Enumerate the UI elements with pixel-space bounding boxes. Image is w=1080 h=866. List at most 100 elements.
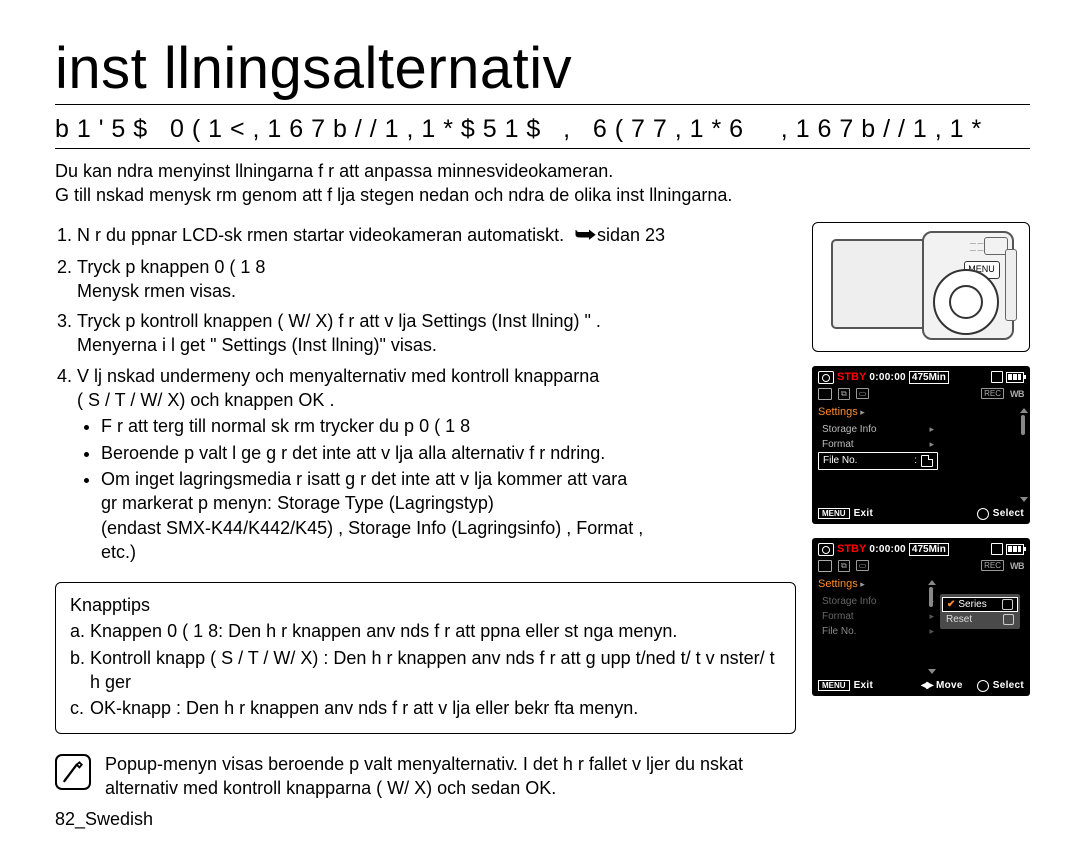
steps-list: N r du ppnar LCD-sk rmen startar videoka…	[55, 222, 796, 565]
menu-chip-icon: MENU	[818, 680, 850, 691]
note-row: Popup-menyn visas beroende p valt menyal…	[55, 752, 796, 801]
step-1: N r du ppnar LCD-sk rmen startar videoka…	[77, 222, 796, 249]
series-icon	[1002, 599, 1013, 610]
stby-label: STBY	[837, 543, 866, 555]
lcd1-softkeys: MENU Exit Select	[818, 508, 1024, 520]
exit-label: Exit	[854, 508, 874, 519]
select-label: Select	[993, 680, 1024, 691]
page-icon	[921, 455, 933, 467]
step-3-sub: Menyerna i l get " Settings (Inst llning…	[77, 335, 437, 355]
stby-label: STBY	[837, 371, 866, 383]
note-text: Popup-menyn visas beroende p valt menyal…	[105, 752, 796, 801]
page-title: inst llningsalternativ	[55, 40, 1030, 98]
step-2-sub: Menysk rmen visas.	[77, 281, 236, 301]
tips-item-b: b.Kontroll knapp ( S / T / W/ X) : Den h…	[70, 646, 781, 695]
title-rule	[55, 104, 1030, 105]
menu-file-no: File No.▸	[818, 624, 938, 639]
file-no-submenu: ✔Series Reset	[940, 594, 1020, 629]
storage-chip-icon	[818, 560, 832, 572]
camera-lcd-icon	[831, 239, 935, 329]
exit-label: Exit	[854, 680, 874, 691]
page-footer: 82_Swedish	[55, 809, 153, 830]
battery-icon	[1006, 544, 1024, 555]
ok-icon	[977, 508, 989, 520]
intro-line-2: G till nskad menysk rm genom att f lja s…	[55, 183, 1030, 207]
rec-chip: REC	[981, 388, 1004, 399]
battery-icon	[1006, 372, 1024, 383]
page-ref-arrow-icon: ➥	[575, 222, 597, 249]
scrollbar	[928, 580, 934, 674]
step-1-pageref: sidan 23	[597, 225, 665, 245]
quality-chip-icon: ▭	[856, 560, 870, 571]
step-4: V lj nskad undermeny och menyalternativ …	[77, 364, 796, 564]
step-4-bullets: F r att terg till normal sk rm trycker d…	[77, 414, 796, 564]
mode-chip-icon: ⧉	[838, 388, 850, 400]
camera-grip-icon	[1005, 249, 1017, 321]
tips-item-c: c.OK-knapp : Den h r knappen anv nds f r…	[70, 696, 781, 720]
camera-control-wheel-icon	[933, 269, 999, 335]
step-2: Tryck p knappen 0 ( 1 8 Menysk rmen visa…	[77, 255, 796, 304]
ok-icon	[977, 680, 989, 692]
step-4-bullet-1: F r att terg till normal sk rm trycker d…	[101, 414, 796, 438]
step-4-b3b: gr markerat p menyn: Storage Type (Lagri…	[101, 493, 494, 513]
section-rule	[55, 148, 1030, 149]
intro-line-1: Du kan ndra menyinst llningarna f r att …	[55, 159, 1030, 183]
step-4-b3a: Om inget lagringsmedia r isatt g r det i…	[101, 469, 627, 489]
video-mode-icon	[818, 371, 834, 384]
menu-format: Format▸	[818, 437, 938, 452]
rec-chip: REC	[981, 560, 1004, 571]
tips-list: a.Knappen 0 ( 1 8: Den h r knappen anv n…	[70, 619, 781, 720]
settings-header: Settings ▸	[818, 406, 865, 418]
submenu-series-selected: ✔Series	[942, 597, 1018, 612]
timecode: 0:00:00	[869, 544, 906, 555]
lcd-screenshot-1: STBY 0:00:00 475Min ⧉ ▭ REC WB Settings	[812, 366, 1030, 524]
quality-chip-icon: ▭	[856, 388, 870, 399]
remaining-time: 475Min	[909, 543, 949, 556]
step-4-b3d: etc.)	[101, 542, 136, 562]
tips-item-a: a.Knappen 0 ( 1 8: Den h r knappen anv n…	[70, 619, 781, 643]
step-4-bullet-3: Om inget lagringsmedia r isatt g r det i…	[101, 467, 796, 564]
select-label: Select	[993, 508, 1024, 519]
step-1-text: N r du ppnar LCD-sk rmen startar videoka…	[77, 225, 564, 245]
wb-chip: WB	[1010, 561, 1024, 571]
card-icon	[991, 543, 1003, 555]
intro-block: Du kan ndra menyinst llningarna f r att …	[55, 159, 1030, 208]
camera-ports-icon: — —— —	[970, 241, 984, 255]
wb-chip: WB	[1010, 389, 1024, 399]
menu-file-no-selected: File No.:	[818, 452, 938, 470]
menu-chip-icon: MENU	[818, 508, 850, 519]
settings-menu: Storage Info▸ Format▸ File No.:	[818, 422, 938, 470]
move-label: Move	[936, 680, 963, 691]
mode-chip-icon: ⧉	[838, 560, 850, 572]
lcd2-softkeys: MENU Exit ◀▶ Move Select	[818, 680, 1024, 692]
lcd-screenshot-2: STBY 0:00:00 475Min ⧉ ▭ REC WB Settings	[812, 538, 1030, 696]
step-4-text-a: V lj nskad undermeny och menyalternativ …	[77, 366, 599, 386]
step-2-text: Tryck p knappen 0 ( 1 8	[77, 257, 265, 277]
note-icon	[55, 754, 91, 790]
section-heading: b 1 ' 5 $ 0 ( 1 < , 1 6 7 b / / 1 , 1 * …	[55, 115, 1030, 144]
storage-chip-icon	[818, 388, 832, 400]
card-icon	[991, 371, 1003, 383]
remaining-time: 475Min	[909, 371, 949, 384]
tips-title: Knapptips	[70, 593, 781, 617]
tips-c-text: OK-knapp : Den h r knappen anv nds f r a…	[90, 696, 781, 720]
tips-a-text: Knappen 0 ( 1 8: Den h r knappen anv nds…	[90, 619, 781, 643]
timecode: 0:00:00	[869, 372, 906, 383]
menu-storage-info: Storage Info▸	[818, 422, 938, 437]
camera-top-icon	[984, 237, 1008, 255]
reset-icon	[1003, 614, 1014, 625]
video-mode-icon	[818, 543, 834, 556]
submenu-reset: Reset	[942, 613, 1018, 626]
settings-header: Settings ▸	[818, 578, 865, 590]
menu-storage-info: Storage Info▸	[818, 594, 938, 609]
tips-box: Knapptips a.Knappen 0 ( 1 8: Den h r kna…	[55, 582, 796, 733]
move-arrows-icon: ◀▶	[921, 680, 932, 691]
scrollbar	[1020, 408, 1026, 502]
step-4-bullet-2: Beroende p valt l ge g r det inte att v …	[101, 441, 796, 465]
tips-b-text: Kontroll knapp ( S / T / W/ X) : Den h r…	[90, 646, 781, 695]
step-4-b3c: (endast SMX-K44/K442/K45) , Storage Info…	[101, 518, 643, 538]
menu-format: Format▸	[818, 609, 938, 624]
step-3: Tryck p kontroll knappen ( W/ X) f r att…	[77, 309, 796, 358]
settings-menu-dim: Storage Info▸ Format▸ File No.▸	[818, 594, 938, 639]
camera-figure: — —— — — —— — MENU	[812, 222, 1030, 352]
